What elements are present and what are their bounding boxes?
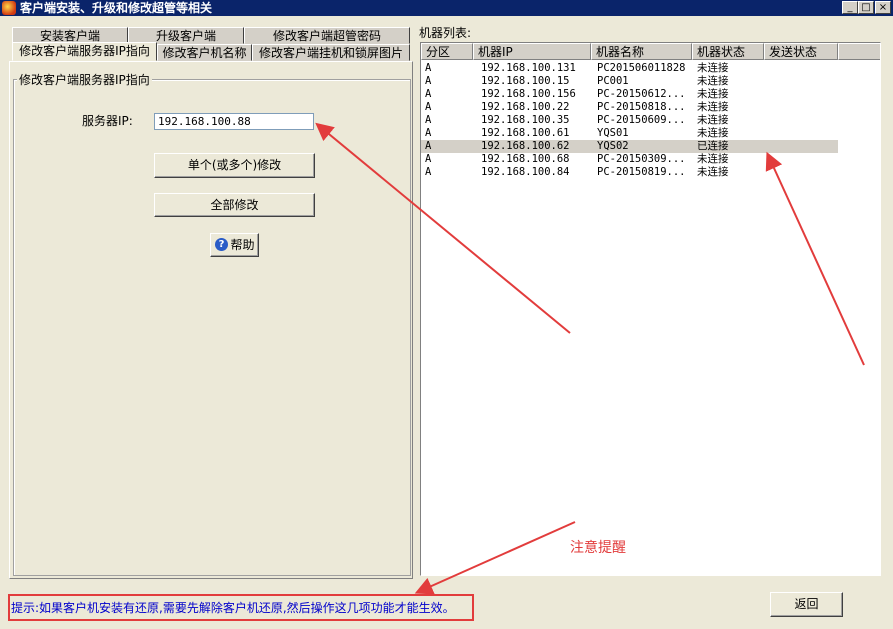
arrow-to-connected-row: [765, 151, 865, 366]
arrow-to-ip-input: [315, 122, 571, 334]
annotation-arrows: [315, 122, 865, 595]
arrow-to-hint: [414, 521, 576, 595]
annotation-label: 注意提醒: [570, 540, 626, 556]
